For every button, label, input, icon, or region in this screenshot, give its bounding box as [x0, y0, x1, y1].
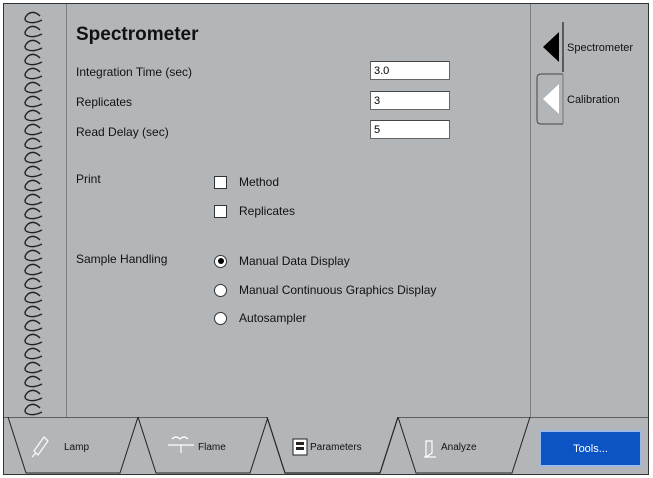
radio-unselected[interactable] [214, 283, 227, 297]
print-method-checkbox[interactable]: Method [214, 175, 279, 189]
spiral-coil [24, 151, 43, 164]
read-delay-label: Read Delay (sec) [76, 125, 169, 139]
checkbox-label: Method [239, 175, 280, 189]
checkbox-label: Replicates [239, 204, 296, 218]
print-label: Print [76, 172, 101, 186]
radio-label: Manual Continuous Graphics Display [239, 283, 437, 297]
integration-time-label: Integration Time (sec) [76, 65, 193, 79]
spiral-coil [24, 249, 43, 262]
spiral-coil [24, 81, 43, 94]
spiral-coil [24, 221, 43, 234]
spiral-coil [24, 319, 43, 332]
spiral-coil [24, 165, 43, 178]
spiral-coil [24, 277, 43, 290]
radio-label: Autosampler [239, 311, 307, 325]
spiral-binding-icon [24, 11, 43, 416]
tab-lamp[interactable]: Lamp [64, 442, 89, 453]
spiral-coil [24, 25, 43, 38]
replicates-label: Replicates [76, 95, 133, 109]
radio-unselected[interactable] [214, 311, 227, 325]
read-delay-input[interactable] [370, 120, 450, 139]
lamp-icon [31, 436, 49, 458]
print-replicates-checkbox[interactable]: Replicates [214, 204, 295, 218]
replicates-input[interactable] [370, 91, 450, 110]
spiral-coil [24, 235, 43, 248]
tab-analyze[interactable]: Analyze [441, 442, 477, 453]
spiral-coil [24, 95, 43, 108]
spectrometer-window: Spectrometer Integration Time (sec) Repl… [3, 3, 649, 475]
spiral-coil [24, 361, 43, 374]
spiral-coil [24, 333, 43, 346]
spiral-coil [24, 53, 43, 66]
spiral-coil [24, 291, 43, 304]
spiral-coil [24, 403, 43, 416]
integration-time-input[interactable] [370, 61, 450, 80]
spiral-coil [24, 67, 43, 80]
spiral-coil [24, 137, 43, 150]
manual-data-display-radio[interactable]: Manual Data Display [214, 254, 350, 268]
spiral-coil [24, 11, 43, 24]
side-tab-panel: Spectrometer Calibration [530, 4, 648, 418]
parameters-icon [292, 438, 308, 456]
spiral-coil [24, 263, 43, 276]
spiral-coil [24, 389, 43, 402]
radio-selected[interactable] [214, 254, 227, 268]
tab-parameters[interactable]: Parameters [310, 442, 362, 453]
spiral-coil [24, 207, 43, 220]
page-margin-line [66, 4, 67, 418]
page-title: Spectrometer [76, 24, 199, 45]
checkbox-box[interactable] [214, 175, 227, 189]
spiral-coil [24, 193, 43, 206]
side-tab-spectrometer[interactable]: Spectrometer [567, 42, 633, 54]
analyze-icon [424, 440, 436, 459]
spiral-coil [24, 179, 43, 192]
spiral-coil [24, 123, 43, 136]
tab-flame[interactable]: Flame [198, 442, 226, 453]
manual-continuous-graphics-radio[interactable]: Manual Continuous Graphics Display [214, 283, 436, 297]
calibration-tab-arrow-icon [543, 84, 559, 114]
radio-label: Manual Data Display [239, 254, 350, 268]
spiral-coil [24, 375, 43, 388]
checkbox-box[interactable] [214, 204, 227, 218]
spiral-coil [24, 347, 43, 360]
spiral-coil [24, 305, 43, 318]
side-tab-calibration[interactable]: Calibration [567, 94, 620, 106]
tools-button[interactable]: Tools... [539, 430, 642, 467]
autosampler-radio[interactable]: Autosampler [214, 311, 306, 325]
flame-icon [168, 436, 194, 453]
side-tab-frame [536, 22, 564, 125]
spiral-coil [24, 109, 43, 122]
spiral-coil [24, 39, 43, 52]
sample-handling-label: Sample Handling [76, 252, 168, 266]
